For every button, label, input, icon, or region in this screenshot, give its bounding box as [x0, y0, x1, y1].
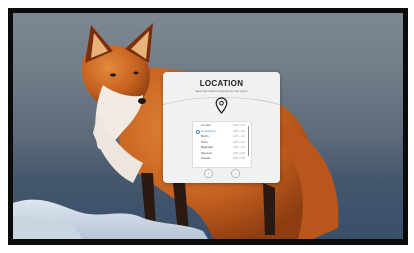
list-item[interactable]: Berlin GMT +1:00: [195, 134, 245, 139]
location-name: Amsterdam: [201, 128, 217, 133]
chevron-right-icon: ›: [234, 171, 237, 176]
location-name: Berlin: [201, 134, 209, 138]
desktop-wallpaper: LOCATION Select the location & timezone …: [13, 13, 403, 239]
location-timezone: GMT +1:00: [233, 135, 245, 138]
list-item[interactable]: London GMT +0:00: [195, 123, 245, 128]
location-timezone: GMT +0:00: [233, 124, 245, 127]
list-scrollbar[interactable]: [247, 126, 249, 156]
dialog-title: LOCATION: [199, 79, 244, 88]
location-timezone: GMT +3:00: [233, 151, 245, 155]
list-item[interactable]: Moscow GMT +3:00: [195, 151, 245, 156]
location-name: London: [201, 123, 212, 127]
location-dialog: LOCATION Select the location & timezone …: [163, 72, 280, 183]
display-frame: LOCATION Select the location & timezone …: [8, 8, 408, 245]
list-item[interactable]: Kuwait GMT +3:00: [195, 156, 245, 161]
dialog-subtitle: Select the location & timezone for this …: [195, 90, 248, 93]
list-item[interactable]: Paris GMT +1:00: [195, 140, 245, 145]
map-pin-icon: [215, 97, 228, 114]
location-timezone: GMT +1:00: [233, 140, 245, 144]
location-list[interactable]: London GMT +0:00 Amsterdam GMT +1:00 Ber…: [192, 121, 252, 168]
chevron-left-icon: ‹: [207, 171, 210, 176]
previous-button[interactable]: ‹: [204, 169, 213, 178]
location-timezone: GMT +3:00: [233, 146, 245, 149]
location-name: Moscow: [201, 150, 213, 155]
location-timezone: GMT +3:00: [233, 157, 245, 160]
location-timezone: GMT +1:00: [233, 129, 245, 133]
list-item[interactable]: Amsterdam GMT +1:00: [195, 129, 245, 134]
list-item[interactable]: Baghdad GMT +3:00: [195, 145, 245, 150]
next-button[interactable]: ›: [231, 169, 240, 178]
location-name: Baghdad: [201, 145, 214, 149]
location-name: Kuwait: [201, 156, 211, 160]
location-name: Paris: [201, 139, 208, 144]
